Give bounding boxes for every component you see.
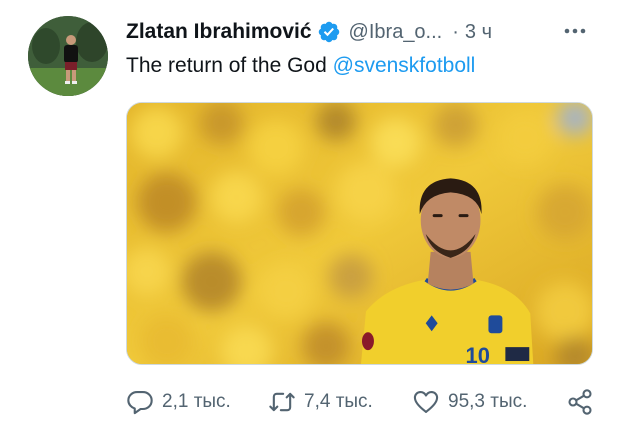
tweet-media-image[interactable]: 10 — [126, 102, 593, 365]
reply-count: 2,1 тыс. — [162, 391, 231, 412]
author-avatar[interactable] — [28, 16, 108, 96]
mention-link[interactable]: @svenskfotboll — [333, 54, 476, 77]
heart-icon — [413, 391, 439, 413]
tweet-actions: 2,1 тыс. 7,4 тыс. 95,3 тыс. — [126, 382, 596, 422]
more-options-icon[interactable] — [562, 20, 588, 42]
tweet-timestamp[interactable]: 3 ч — [465, 21, 492, 44]
author-name[interactable]: Zlatan Ibrahimović — [126, 20, 312, 44]
retweet-icon — [269, 392, 295, 412]
like-button[interactable]: 95,3 тыс. — [412, 382, 527, 422]
author-handle[interactable]: @Ibra_o... — [349, 21, 443, 44]
retweet-button[interactable]: 7,4 тыс. — [268, 382, 373, 422]
retweet-count: 7,4 тыс. — [304, 391, 373, 412]
verified-badge-icon — [318, 21, 339, 43]
reply-icon — [127, 391, 153, 415]
share-icon — [568, 389, 592, 415]
tweet-header: Zlatan Ibrahimović @Ibra_o... · 3 ч — [126, 14, 596, 50]
share-button[interactable] — [566, 382, 594, 422]
avatar-photo — [28, 16, 108, 96]
media-photo: 10 — [127, 103, 592, 364]
separator-dot: · — [452, 20, 459, 43]
like-count: 95,3 тыс. — [448, 391, 528, 412]
svg-text:10: 10 — [466, 343, 490, 364]
reply-button[interactable]: 2,1 тыс. — [126, 382, 231, 422]
tweet-text: The return of the God @svenskfotboll — [126, 54, 475, 78]
tweet-body: The return of the God — [126, 54, 333, 77]
